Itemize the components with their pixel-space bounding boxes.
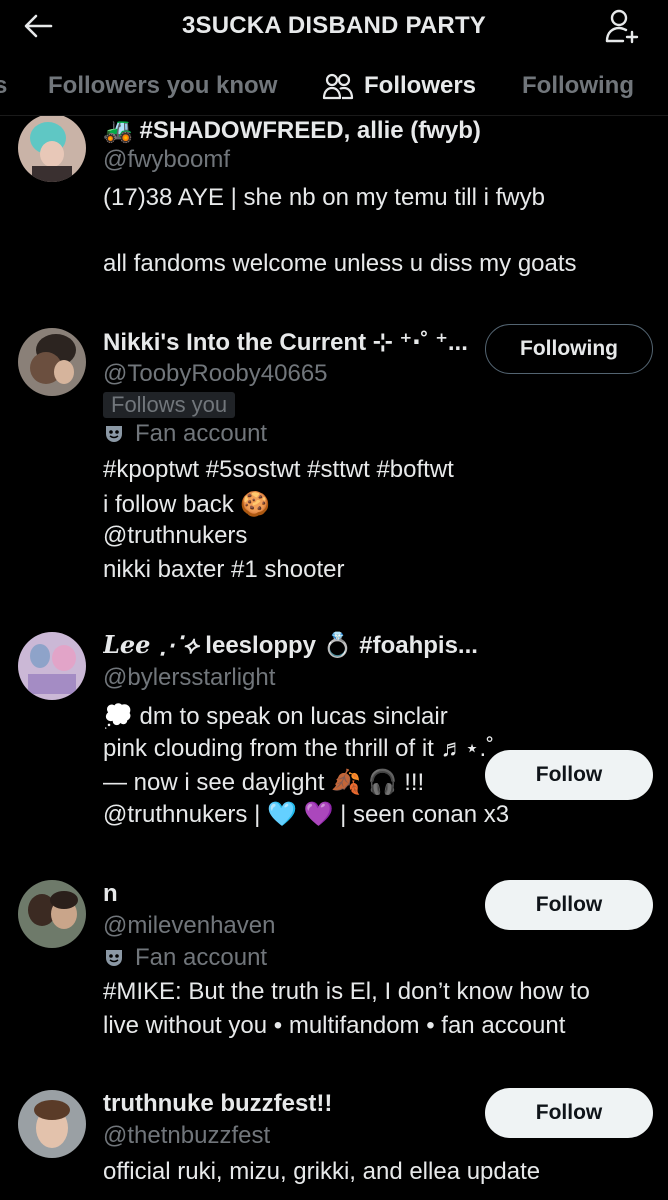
- followers-list: 🚜 #SHADOWFREED, allie (fwyb) @fwyboomf (…: [0, 116, 668, 1200]
- user-handle: @thetnbuzzfest: [103, 1122, 271, 1149]
- user-name: Lee ⋰⟡ leesloppy 💍 #foahpis...: [103, 630, 483, 660]
- tab-followers-label: Followers: [364, 72, 477, 99]
- following-button[interactable]: Following: [485, 324, 653, 374]
- tab-previous-partial[interactable]: s: [0, 72, 7, 100]
- add-user-icon: [605, 9, 639, 44]
- user-handle: @ToobyRooby40665: [103, 360, 328, 387]
- follow-button[interactable]: Follow: [485, 750, 653, 800]
- avatar[interactable]: [18, 116, 86, 182]
- add-user-button[interactable]: [604, 8, 640, 44]
- bio-line: (17)38 AYE | she nb on my temu till i fw…: [103, 184, 545, 211]
- bio-line: @truthnukers: [103, 522, 248, 549]
- avatar[interactable]: [18, 328, 86, 396]
- user-handle: @bylersstarlight: [103, 664, 276, 691]
- back-button[interactable]: [20, 10, 56, 42]
- fan-account-label: Fan account: [103, 944, 267, 972]
- back-arrow-icon: [24, 14, 53, 38]
- avatar[interactable]: [18, 880, 86, 948]
- list-item[interactable]: truthnuke buzzfest!! @thetnbuzzfest Foll…: [0, 1086, 668, 1200]
- top-bar: 3SUCKA DISBAND PARTY: [0, 0, 668, 52]
- list-item[interactable]: Nikki's Into the Current ⊹ ⁺‧˚ ⁺... @Too…: [0, 324, 668, 594]
- user-name: truthnuke buzzfest!!: [103, 1090, 333, 1117]
- user-name: Nikki's Into the Current ⊹ ⁺‧˚ ⁺...: [103, 329, 468, 356]
- follow-button[interactable]: Follow: [485, 880, 653, 930]
- avatar[interactable]: [18, 632, 86, 700]
- bio-line: i follow back 🍪: [103, 491, 271, 518]
- bio-line: #kpoptwt #5sostwt #sttwt #boftwt: [103, 456, 454, 483]
- avatar[interactable]: [18, 1090, 86, 1158]
- user-name: 🚜 #SHADOWFREED, allie (fwyb): [103, 117, 481, 144]
- fan-account-text: Fan account: [135, 420, 268, 447]
- bio-line: #MIKE: But the truth is El, I don’t know…: [103, 978, 590, 1005]
- list-item[interactable]: n @milevenhaven Fan account Follow #MIKE…: [0, 872, 668, 1052]
- tab-following[interactable]: Following: [522, 72, 634, 100]
- user-handle: @milevenhaven: [103, 912, 276, 939]
- follow-button[interactable]: Follow: [485, 1088, 653, 1138]
- bio-line: pink clouding from the thrill of it ♬⋆.˚: [103, 735, 495, 762]
- bio-line: nikki baxter #1 shooter: [103, 556, 345, 583]
- masks-icon: [106, 950, 122, 966]
- masks-icon: [106, 426, 122, 442]
- fan-account-label: Fan account: [103, 420, 267, 448]
- user-handle: @fwyboomf: [103, 146, 231, 173]
- tab-followers-you-know[interactable]: Followers you know: [48, 72, 277, 100]
- bio-line: @truthnukers | 🩵 💜 | seen conan x3: [103, 801, 510, 828]
- bio-line: — now i see daylight 🍂 🎧 !!!: [103, 769, 425, 796]
- tab-bar: s Followers you know Followers Following: [0, 58, 668, 116]
- bio-line: live without you • multifandom • fan acc…: [103, 1012, 566, 1039]
- fan-account-text: Fan account: [135, 944, 268, 971]
- people-icon: [322, 73, 354, 100]
- list-item[interactable]: Lee ⋰⟡ leesloppy 💍 #foahpis... @bylersst…: [0, 628, 668, 858]
- bio-line: 💭 dm to speak on lucas sinclair: [103, 703, 448, 730]
- tab-followers[interactable]: Followers: [322, 72, 476, 100]
- bio-line: all fandoms welcome unless u diss my goa…: [103, 250, 577, 277]
- page-title: 3SUCKA DISBAND PARTY: [181, 12, 487, 39]
- list-item[interactable]: 🚜 #SHADOWFREED, allie (fwyb) @fwyboomf (…: [0, 116, 668, 304]
- follows-you-badge: Follows you: [103, 392, 236, 418]
- bio-line: official ruki, mizu, grikki, and ellea u…: [103, 1158, 541, 1185]
- user-name: n: [103, 880, 118, 907]
- user-name-rest: leesloppy 💍 #foahpis...: [198, 632, 478, 659]
- user-name-script: Lee ⋰⟡: [103, 630, 199, 659]
